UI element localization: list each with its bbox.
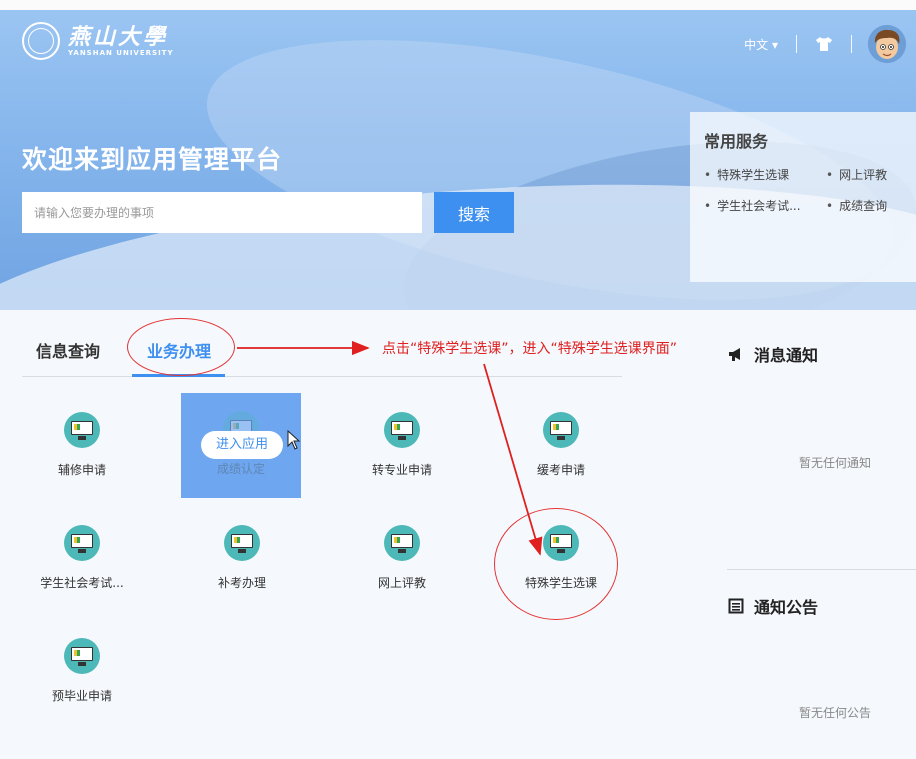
top-strip: [0, 0, 916, 10]
app-tile[interactable]: 网上评教: [342, 507, 462, 612]
app-label: 网上评教: [377, 576, 426, 590]
hero-banner: 燕山大學 YANSHAN UNIVERSITY 中文 ▾ 欢迎来到应用管理平台 …: [0, 0, 916, 310]
common-services-panel: 常用服务 特殊学生选课 网上评教 学生社会考试... 成绩查询: [690, 112, 916, 282]
service-link[interactable]: 特殊学生选课: [704, 166, 826, 183]
search-button[interactable]: 搜索: [434, 192, 514, 233]
monitor-icon: [384, 412, 420, 448]
service-link[interactable]: 成绩查询: [826, 197, 916, 214]
app-tile[interactable]: 辅修申请: [22, 394, 142, 499]
monitor-icon: [224, 525, 260, 561]
notices-header: 通知公告: [728, 594, 818, 618]
annotation-text: 点击“特殊学生选课”，进入“特殊学生选课界面”: [382, 341, 678, 357]
monitor-icon: [543, 525, 579, 561]
app-label: 特殊学生选课: [524, 576, 597, 590]
enter-app-button[interactable]: 进入应用: [201, 431, 283, 459]
app-label: 辅修申请: [57, 463, 106, 477]
monitor-icon: [64, 638, 100, 674]
top-toolbar: 中文 ▾: [744, 22, 916, 66]
app-tile[interactable]: 缓考申请: [501, 394, 621, 499]
app-tile[interactable]: 学生社会考试...: [22, 507, 142, 612]
monitor-icon: [384, 525, 420, 561]
notices-empty: 暂无任何公告: [799, 706, 872, 720]
search-input[interactable]: [22, 192, 422, 233]
monitor-icon: [64, 412, 100, 448]
app-tile-special-course[interactable]: 特殊学生选课: [501, 507, 621, 612]
chevron-down-icon: ▾: [771, 37, 778, 52]
logo-text-en: YANSHAN UNIVERSITY: [68, 49, 174, 57]
app-tile[interactable]: 预毕业申请: [22, 620, 142, 725]
tab-info-query[interactable]: 信息查询: [36, 338, 100, 362]
service-link[interactable]: 学生社会考试...: [704, 197, 826, 214]
service-link[interactable]: 网上评教: [826, 166, 916, 183]
app-tile[interactable]: 转专业申请: [342, 394, 462, 499]
welcome-title: 欢迎来到应用管理平台: [22, 145, 283, 174]
app-label: 成绩认定: [216, 462, 265, 476]
app-label: 补考办理: [217, 576, 266, 590]
app-tile[interactable]: 补考办理: [182, 507, 302, 612]
avatar[interactable]: [868, 25, 906, 63]
app-label: 转专业申请: [371, 463, 432, 477]
divider: [796, 35, 797, 53]
language-switcher[interactable]: 中文 ▾: [744, 36, 778, 53]
messages-empty: 暂无任何通知: [799, 456, 872, 470]
megaphone-icon: [729, 348, 740, 361]
monitor-icon: [543, 412, 579, 448]
divider: [851, 35, 852, 53]
cursor-icon: [287, 430, 301, 450]
annotation-circle: [127, 318, 235, 376]
app-label: 学生社会考试...: [40, 576, 124, 590]
notices-title: 通知公告: [754, 598, 819, 617]
list-icon: [728, 598, 744, 614]
university-logo[interactable]: 燕山大學 YANSHAN UNIVERSITY: [22, 22, 174, 60]
seal-icon: [22, 22, 60, 60]
messages-title: 消息通知: [754, 346, 819, 365]
divider: [727, 569, 916, 570]
tshirt-icon[interactable]: [815, 36, 833, 52]
messages-header: 消息通知: [728, 342, 818, 366]
app-label: 预毕业申请: [51, 689, 112, 703]
services-title: 常用服务: [704, 132, 769, 151]
monitor-icon: [64, 525, 100, 561]
logo-text-cn: 燕山大學: [68, 24, 169, 50]
app-tile-hovered[interactable]: 成绩认定 进入应用: [181, 393, 301, 498]
app-label: 缓考申请: [536, 463, 585, 477]
